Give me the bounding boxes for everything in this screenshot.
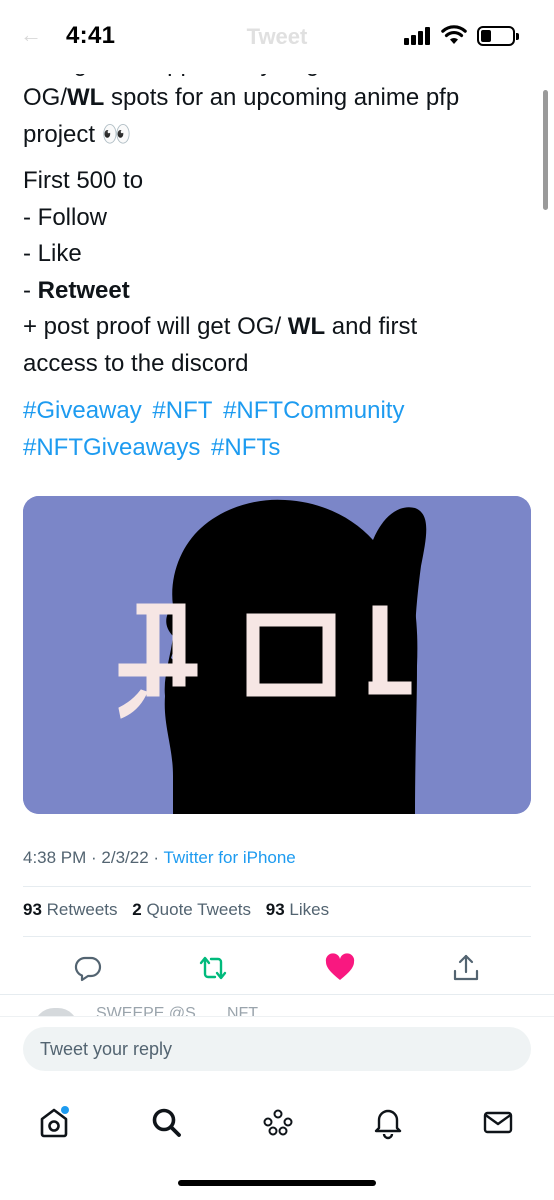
tweet-text-line: project 👀	[23, 120, 132, 148]
status-time: 4:41	[66, 22, 116, 49]
retweet-icon[interactable]	[197, 952, 229, 984]
quotes-label: Quote Tweets	[141, 900, 252, 919]
reply-icon[interactable]	[72, 952, 104, 984]
anime-silhouette-image	[23, 496, 531, 814]
home-indicator[interactable]	[178, 1180, 376, 1186]
tweet-text-segment: spots for an upcoming anime pfp	[104, 84, 460, 111]
home-icon[interactable]	[36, 1104, 72, 1140]
divider	[0, 994, 554, 995]
hashtag-link[interactable]: #NFTGiveaways	[23, 434, 200, 461]
search-icon[interactable]	[148, 1104, 184, 1140]
like-icon[interactable]	[324, 952, 356, 984]
retweets-count: 93	[23, 900, 42, 919]
hashtag-link[interactable]: #NFTs	[211, 434, 280, 461]
likes-stat[interactable]: 93 Likes	[266, 900, 329, 919]
divider	[23, 936, 531, 937]
messages-icon[interactable]	[480, 1104, 516, 1140]
tweet-text-segment: + post proof will get OG/	[23, 313, 288, 340]
scrollbar[interactable]	[543, 90, 548, 210]
tweet-reply-input[interactable]: Tweet your reply	[23, 1027, 531, 1071]
hashtags: #Giveaway #NFT #NFTCommunity #NFTGiveawa…	[23, 392, 533, 466]
tweet-text-segment: OG/	[23, 84, 68, 111]
spaces-icon[interactable]	[260, 1104, 296, 1140]
retweets-label: Retweets	[41, 900, 118, 919]
wifi-icon	[441, 25, 467, 44]
hashtag-link[interactable]: #NFTCommunity	[223, 397, 404, 424]
tweet-text-line: access to the discord	[23, 349, 249, 377]
tweet-text: OG/WL spots for an upcoming anime pfp pr…	[23, 80, 533, 382]
tweet-text-bold: Retweet	[37, 276, 130, 304]
tweet-text-segment: and first	[325, 313, 418, 340]
share-icon[interactable]	[450, 952, 482, 984]
reply-compose-bar: Tweet your reply	[0, 1016, 554, 1086]
quotes-count: 2	[132, 900, 142, 919]
quote-tweets-stat[interactable]: 2 Quote Tweets	[132, 900, 251, 919]
notifications-icon[interactable]	[370, 1104, 406, 1140]
status-bar: ← Tweet 4:41	[0, 0, 554, 74]
tweet-text-segment: -	[23, 276, 38, 304]
tweet-source-link[interactable]: Twitter for iPhone	[163, 848, 295, 867]
cellular-signal-icon	[404, 27, 434, 45]
tweet-stats: 93 Retweets 2 Quote Tweets 93 Likes	[23, 900, 339, 920]
tweet-timestamp: 4:38 PM · 2/3/22 · Twitter for iPhone	[23, 848, 296, 868]
tweet-text-line: - Like	[23, 240, 82, 267]
tweet-text-bold: WL	[287, 313, 326, 340]
hashtag-link[interactable]: #Giveaway	[23, 397, 142, 424]
tweet-text-line: - Follow	[23, 203, 108, 231]
likes-count: 93	[265, 900, 285, 919]
tweet-text-line: First 500 to	[23, 167, 144, 194]
tweet-text-bold: WL	[67, 84, 105, 111]
timestamp-text: 4:38 PM · 2/3/22 ·	[23, 848, 164, 867]
divider	[23, 886, 531, 887]
hashtag-link[interactable]: #NFT	[152, 397, 212, 424]
retweets-stat[interactable]: 93 Retweets	[23, 900, 118, 919]
battery-icon	[477, 26, 519, 46]
tweet-actions	[0, 946, 554, 988]
tweet-media-image[interactable]	[23, 496, 531, 814]
likes-label: Likes	[284, 900, 330, 919]
